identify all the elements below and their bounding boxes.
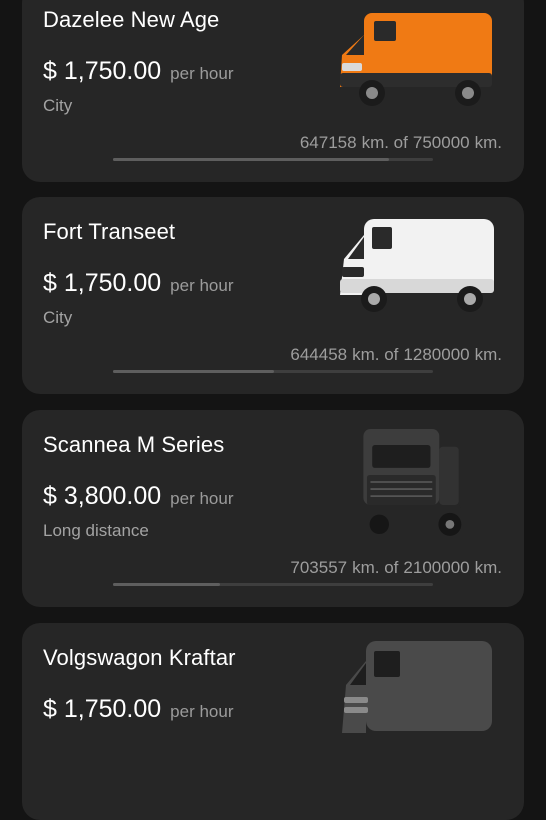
truck-tractor-image [361, 429, 462, 536]
mileage-text: 647158 km. of 750000 km. [299, 133, 502, 152]
vehicle-card[interactable]: Fort Transeet $ 1,750.00 per hour City 6… [22, 197, 524, 394]
vehicle-card[interactable]: Dazelee New Age $ 1,750.00 per hour City… [22, 0, 524, 182]
dark-van-image [342, 641, 492, 733]
price-row: $ 1,750.00 per hour [43, 57, 234, 86]
mileage-progress-fill [113, 370, 274, 373]
vehicle-type: Long distance [43, 521, 149, 540]
price-row: $ 1,750.00 per hour [43, 695, 234, 724]
mileage-text: 644458 km. of 1280000 km. [290, 345, 502, 364]
price-unit: per hour [170, 276, 234, 295]
mileage-text: 703557 km. of 2100000 km. [290, 558, 502, 577]
price-unit: per hour [170, 64, 234, 83]
mileage-progress-bar [113, 370, 433, 373]
vehicle-name: Scannea M Series [43, 432, 225, 457]
vehicle-card[interactable]: Volgswagon Kraftar $ 1,750.00 per hour [22, 623, 524, 820]
vehicle-price: $ 1,750.00 [43, 57, 162, 85]
vehicle-type: City [43, 96, 73, 115]
vehicle-card[interactable]: Scannea M Series $ 3,800.00 per hour Lon… [22, 410, 524, 607]
white-van-image [340, 219, 494, 312]
mileage-progress-bar [113, 583, 433, 586]
vehicle-name: Fort Transeet [43, 219, 176, 244]
vehicle-price: $ 1,750.00 [43, 695, 162, 723]
vehicle-type: City [43, 308, 73, 327]
price-row: $ 3,800.00 per hour [43, 482, 234, 511]
orange-van-image [340, 13, 492, 106]
vehicle-name: Dazelee New Age [43, 7, 220, 32]
vehicle-price: $ 3,800.00 [43, 482, 162, 510]
price-unit: per hour [170, 702, 234, 721]
vehicle-name: Volgswagon Kraftar [43, 645, 236, 670]
mileage-progress-bar [113, 158, 433, 161]
mileage-progress-fill [113, 158, 390, 161]
vehicle-price: $ 1,750.00 [43, 269, 162, 297]
price-unit: per hour [170, 489, 234, 508]
mileage-progress-fill [113, 583, 221, 586]
price-row: $ 1,750.00 per hour [43, 269, 234, 298]
